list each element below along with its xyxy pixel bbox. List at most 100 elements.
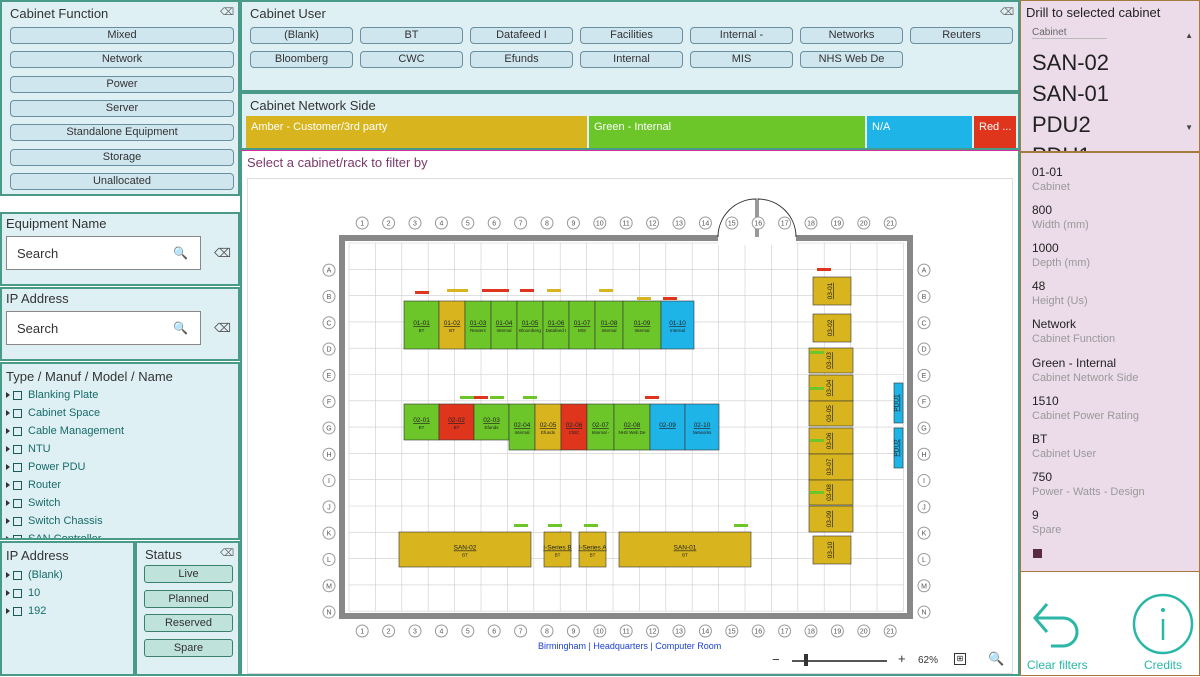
checkbox[interactable] (13, 498, 22, 508)
tree-item[interactable]: Cable Management (6, 423, 124, 441)
status-button[interactable]: Reserved (144, 614, 233, 632)
cabinet-user-button[interactable]: NHS Web De (800, 51, 903, 68)
ip-search-input[interactable]: Search 🔍 (6, 311, 201, 345)
cabinet-user-button[interactable]: MIS (690, 51, 793, 68)
tree-item[interactable]: Switch (6, 495, 124, 513)
checkbox[interactable] (13, 444, 22, 454)
expand-arrow-icon[interactable] (6, 410, 10, 417)
network-side-segment[interactable]: N/A (867, 116, 972, 148)
eraser-icon[interactable]: ⌫ (220, 7, 234, 18)
equipment-search-input[interactable]: Search 🔍 (6, 236, 201, 270)
network-side-segment[interactable]: Amber - Customer/3rd party (246, 116, 587, 148)
floorplan-svg: 1122334455667788991010111112121313141415… (322, 198, 931, 638)
tree-item[interactable]: Router (6, 477, 124, 495)
cabinet-user-button[interactable]: CWC (360, 51, 463, 68)
column-label: 10 (596, 629, 604, 636)
detail-value: 1510 (1032, 393, 1059, 408)
cabinet-function-button[interactable]: Standalone Equipment (10, 124, 234, 142)
expand-arrow-icon[interactable] (6, 590, 10, 597)
cabinet-function-button[interactable]: Mixed (10, 27, 234, 44)
expand-arrow-icon[interactable] (6, 482, 10, 489)
checkbox[interactable] (13, 606, 22, 616)
cabinet-user-button[interactable]: Efunds (470, 51, 573, 68)
drill-item[interactable]: PDU1 (1032, 140, 1109, 151)
tree-item[interactable]: Power PDU (6, 459, 124, 477)
expand-arrow-icon[interactable] (6, 572, 10, 579)
expand-arrow-icon[interactable] (6, 500, 10, 507)
expand-arrow-icon[interactable] (6, 464, 10, 471)
cabinet-user-button[interactable]: (Blank) (250, 27, 353, 44)
status-dots (817, 268, 831, 271)
cabinet-function-button[interactable]: Server (10, 99, 234, 117)
eraser-icon[interactable]: ⌫ (214, 246, 231, 260)
expand-arrow-icon[interactable] (6, 446, 10, 453)
drill-scroll-down-icon[interactable]: ▼ (1185, 123, 1193, 132)
eraser-icon[interactable]: ⌫ (220, 548, 234, 559)
eraser-icon[interactable]: ⌫ (1000, 7, 1014, 18)
clear-filters-button[interactable]: Clear filters (1027, 658, 1088, 672)
cabinet-function-button[interactable]: Power (10, 75, 234, 93)
checkbox[interactable] (13, 462, 22, 472)
network-side-segment[interactable]: Red ... (974, 116, 1016, 148)
tree-item[interactable]: Switch Chassis (6, 513, 124, 531)
expand-arrow-icon[interactable] (6, 392, 10, 399)
tree-item[interactable]: 10 (6, 585, 63, 603)
tree-item[interactable]: Cabinet Space (6, 405, 124, 423)
tree-item[interactable]: 192 (6, 603, 63, 621)
drill-item[interactable]: SAN-01 (1032, 78, 1109, 109)
eraser-icon[interactable]: ⌫ (214, 321, 231, 335)
checkbox[interactable] (13, 408, 22, 418)
tree-item-label: Switch (28, 497, 61, 509)
expand-arrow-icon[interactable] (6, 518, 10, 525)
cabinet-user-button[interactable]: Datafeed I (470, 27, 573, 44)
zoom-slider-thumb[interactable] (804, 654, 808, 666)
drill-item[interactable]: SAN-02 (1032, 47, 1109, 78)
cabinet-user-label: NHS Web De (619, 430, 646, 435)
column-label: 7 (519, 629, 523, 636)
cabinet-user-button[interactable]: Bloomberg (250, 51, 353, 68)
row-label: N (921, 610, 926, 617)
status-button[interactable]: Planned (144, 589, 233, 608)
cabinet-user-button[interactable]: Networks (800, 27, 903, 44)
checkbox[interactable] (13, 516, 22, 526)
drill-item[interactable]: PDU2 (1032, 109, 1109, 140)
drill-scroll-up-icon[interactable]: ▲ (1185, 31, 1193, 40)
expand-arrow-icon[interactable] (6, 608, 10, 615)
tree-item[interactable]: Blanking Plate (6, 387, 124, 405)
zoom-out-button[interactable]: − (772, 652, 780, 667)
credits-button[interactable]: Credits (1144, 658, 1182, 672)
checkbox[interactable] (13, 570, 22, 580)
cabinet-function-button[interactable]: Storage (10, 148, 234, 166)
status-button[interactable]: Spare (144, 638, 233, 657)
info-icon[interactable] (1131, 592, 1195, 656)
zoom-in-button[interactable]: + (898, 651, 906, 666)
checkbox[interactable] (13, 534, 22, 538)
tree-item[interactable]: (Blank) (6, 567, 63, 585)
cabinet-function-button[interactable]: Unallocated (10, 172, 234, 190)
column-label: 5 (466, 221, 470, 228)
tree-item[interactable]: SAN Controller (6, 531, 124, 538)
tree-item[interactable]: NTU (6, 441, 124, 459)
detail-label: Height (Us) (1032, 295, 1088, 308)
checkbox[interactable] (13, 390, 22, 400)
cabinet-function-button[interactable]: Network (10, 51, 234, 69)
cabinet-user-button[interactable]: Reuters (910, 27, 1013, 44)
cabinet-user-button[interactable]: Internal - (690, 27, 793, 44)
zoom-selection-icon[interactable]: 🔍 (988, 651, 1004, 667)
undo-arrow-icon[interactable] (1025, 590, 1085, 654)
search-placeholder: Search (17, 321, 59, 336)
status-button[interactable]: Live (144, 565, 233, 583)
checkbox[interactable] (13, 426, 22, 436)
cabinet-user-button[interactable]: BT (360, 27, 463, 44)
expand-arrow-icon[interactable] (6, 536, 10, 538)
expand-arrow-icon[interactable] (6, 428, 10, 435)
drill-title: Drill to selected cabinet (1026, 5, 1161, 20)
fit-page-icon[interactable]: ⊞ (954, 653, 966, 665)
cabinet-user-button[interactable]: Facilities (580, 27, 683, 44)
network-side-segment[interactable]: Green - Internal (589, 116, 865, 148)
checkbox[interactable] (13, 480, 22, 490)
checkbox[interactable] (13, 588, 22, 598)
ip-address-title: IP Address (6, 291, 69, 306)
location-breadcrumb[interactable]: Birmingham | Headquarters | Computer Roo… (538, 641, 721, 651)
cabinet-user-button[interactable]: Internal (580, 51, 683, 68)
